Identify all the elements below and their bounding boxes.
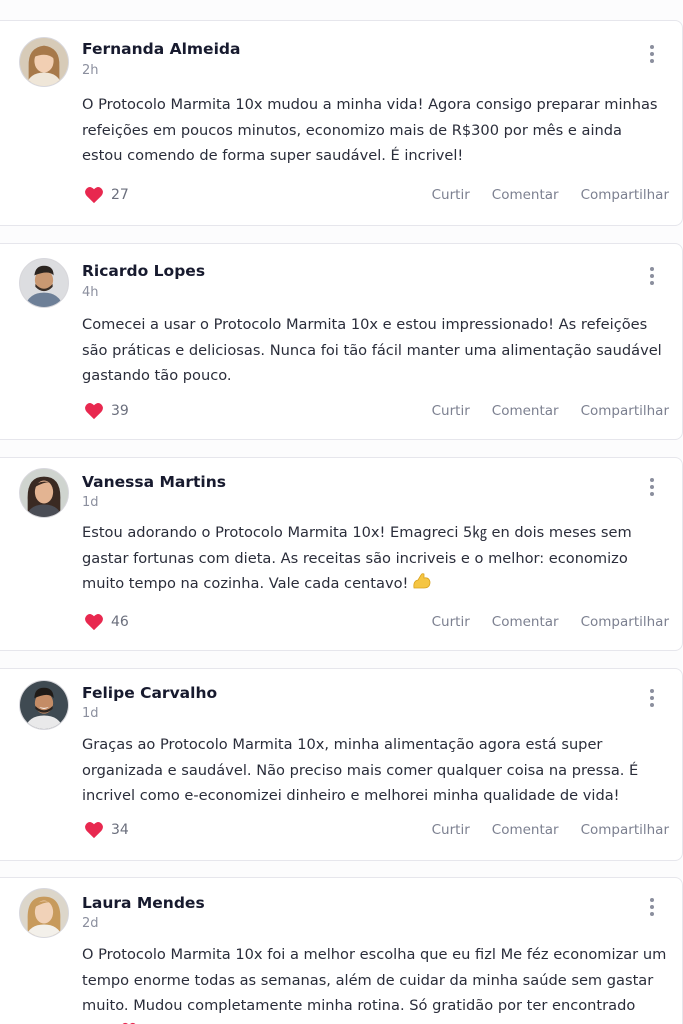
author-name[interactable]: Laura Mendes [82, 894, 205, 912]
like-button[interactable]: Curtir [432, 822, 470, 838]
avatar[interactable] [19, 888, 69, 938]
like-count[interactable]: 46 [84, 613, 129, 631]
share-button[interactable]: Compartilhar [581, 822, 669, 838]
more-options-icon[interactable] [644, 43, 660, 65]
post-card: Vanessa Martins 1d Estou adorando o Prot… [0, 457, 683, 651]
comment-button[interactable]: Comentar [492, 403, 559, 419]
like-button[interactable]: Curtir [432, 403, 470, 419]
post-card: Felipe Carvalho 1d Graças ao Protocolo M… [0, 668, 683, 861]
like-count-value: 46 [111, 614, 129, 630]
author-name[interactable]: Ricardo Lopes [82, 262, 205, 280]
heart-icon[interactable] [84, 821, 104, 839]
post-text-body: Graças ao Protocolo Marmita 10x, minha a… [82, 736, 639, 804]
post-text-body: Comecei a usar o Protocolo Marmita 10x e… [82, 316, 662, 384]
avatar[interactable] [19, 37, 69, 87]
like-count[interactable]: 34 [84, 821, 129, 839]
avatar[interactable] [19, 258, 69, 308]
post-text: Comecei a usar o Protocolo Marmita 10x e… [82, 312, 667, 389]
flexed-biceps-icon [412, 572, 432, 599]
like-count-value: 39 [111, 403, 129, 419]
heart-icon[interactable] [84, 186, 104, 204]
author-name[interactable]: Felipe Carvalho [82, 684, 217, 702]
post-time: 4h [82, 285, 99, 300]
post-card: Fernanda Almeida 2h O Protocolo Marmita … [0, 20, 683, 226]
heart-icon[interactable] [84, 402, 104, 420]
like-count-value: 34 [111, 822, 129, 838]
post-text: Graças ao Protocolo Marmita 10x, minha a… [82, 732, 667, 809]
like-count[interactable]: 39 [84, 402, 129, 420]
author-name[interactable]: Fernanda Almeida [82, 40, 240, 58]
like-count-value: 27 [111, 187, 129, 203]
post-actions: Curtir Comentar Compartilhar [432, 614, 669, 630]
share-button[interactable]: Compartilhar [581, 187, 669, 203]
feed: Fernanda Almeida 2h O Protocolo Marmita … [0, 0, 683, 1024]
post-text: O Protocolo Marmita 10x mudou a minha vi… [82, 92, 667, 169]
share-button[interactable]: Compartilhar [581, 403, 669, 419]
more-options-icon[interactable] [644, 896, 660, 918]
post-text-body: O Protocolo Marmita 10x foi a melhor esc… [82, 946, 667, 1024]
red-heart-icon [120, 1021, 138, 1024]
heart-icon[interactable] [84, 613, 104, 631]
avatar[interactable] [19, 468, 69, 518]
like-button[interactable]: Curtir [432, 614, 470, 630]
post-text-body: Estou adorando o Protocolo Marmita 10x! … [82, 524, 632, 592]
more-options-icon[interactable] [644, 687, 660, 709]
like-button[interactable]: Curtir [432, 187, 470, 203]
post-card: Laura Mendes 2d O Protocolo Marmita 10x … [0, 877, 683, 1024]
post-time: 2h [82, 63, 99, 78]
comment-button[interactable]: Comentar [492, 187, 559, 203]
more-options-icon[interactable] [644, 476, 660, 498]
more-options-icon[interactable] [644, 265, 660, 287]
author-name[interactable]: Vanessa Martins [82, 473, 226, 491]
like-count[interactable]: 27 [84, 186, 129, 204]
post-time: 1d [82, 706, 99, 721]
post-text: Estou adorando o Protocolo Marmita 10x! … [82, 520, 667, 599]
comment-button[interactable]: Comentar [492, 822, 559, 838]
post-actions: Curtir Comentar Compartilhar [432, 403, 669, 419]
share-button[interactable]: Compartilhar [581, 614, 669, 630]
post-time: 2d [82, 916, 99, 931]
post-card: Ricardo Lopes 4h Comecei a usar o Protoc… [0, 243, 683, 440]
post-text: O Protocolo Marmita 10x foi a melhor esc… [82, 942, 667, 1024]
avatar[interactable] [19, 680, 69, 730]
post-time: 1d [82, 495, 99, 510]
post-actions: Curtir Comentar Compartilhar [432, 187, 669, 203]
post-actions: Curtir Comentar Compartilhar [432, 822, 669, 838]
comment-button[interactable]: Comentar [492, 614, 559, 630]
post-text-body: O Protocolo Marmita 10x mudou a minha vi… [82, 96, 658, 164]
